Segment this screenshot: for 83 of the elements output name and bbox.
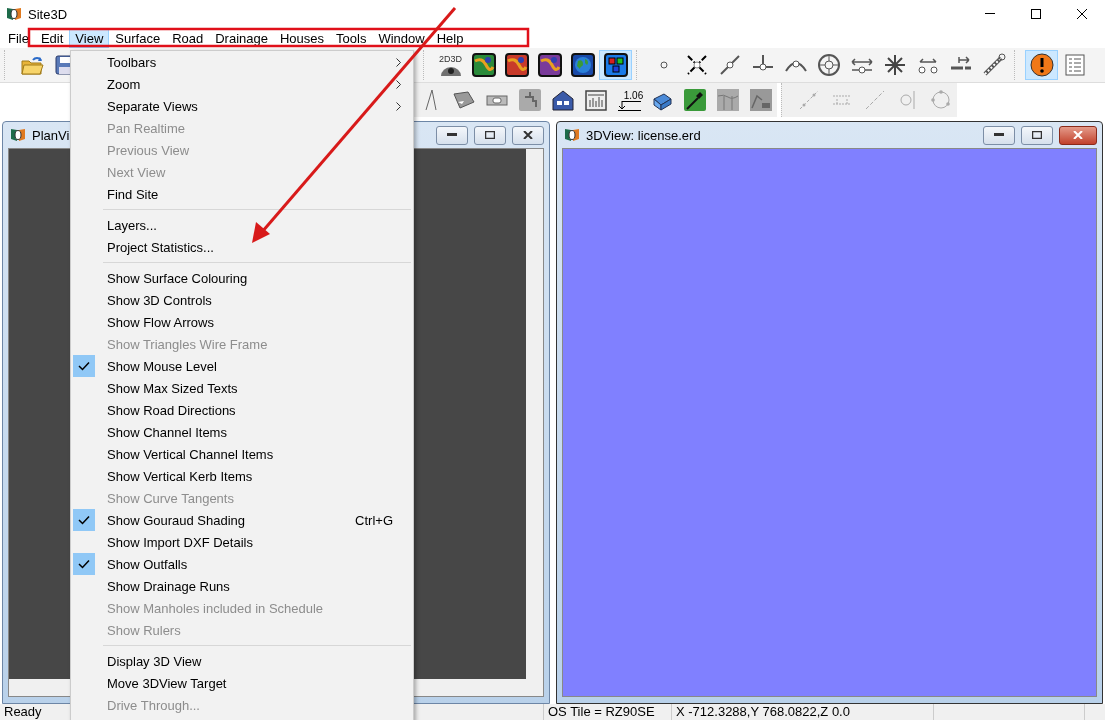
app-logo-icon bbox=[564, 128, 580, 142]
excavator-icon bbox=[748, 88, 773, 112]
level-value: 1.06 bbox=[623, 89, 644, 101]
toolbar-button[interactable]: 1.06 bbox=[612, 85, 645, 115]
menu-option[interactable]: Show Drainage Runs bbox=[73, 575, 413, 597]
menu-option[interactable]: Show Import DXF Details bbox=[73, 531, 413, 553]
check-icon bbox=[78, 515, 90, 525]
app-logo-icon bbox=[10, 128, 26, 142]
tap-icon bbox=[517, 88, 542, 112]
menu-option[interactable]: Show Road Directions bbox=[73, 399, 413, 421]
house-icon bbox=[550, 88, 575, 112]
minimize-icon bbox=[985, 13, 995, 15]
menu-item[interactable]: Window bbox=[372, 28, 431, 48]
close-icon bbox=[523, 131, 533, 139]
target-icon bbox=[816, 53, 841, 77]
menu-option[interactable]: Show 3D Controls bbox=[73, 289, 413, 311]
minimize-button[interactable] bbox=[436, 125, 468, 145]
point-icon bbox=[659, 61, 668, 69]
child-window-title: 3DView: license.erd bbox=[586, 127, 701, 143]
dome-icon bbox=[438, 64, 463, 76]
close-button[interactable] bbox=[1059, 125, 1097, 145]
menu-option[interactable]: Zoom bbox=[73, 73, 413, 95]
menu-option[interactable]: Display 3D View bbox=[73, 650, 413, 672]
menu-option[interactable]: Separate Views bbox=[73, 95, 413, 117]
warning-icon bbox=[1029, 53, 1054, 77]
toolbar-button[interactable] bbox=[599, 50, 632, 80]
circle-points-icon bbox=[928, 88, 953, 112]
beam-icon bbox=[451, 88, 476, 112]
shovel-icon bbox=[682, 88, 707, 112]
menu-option[interactable]: Find Site bbox=[73, 183, 413, 205]
status-text: X -712.3288,Y 768.0822,Z 0.0 bbox=[672, 704, 934, 720]
close-icon bbox=[1073, 131, 1083, 139]
globe-icon bbox=[570, 53, 595, 77]
icon-label: 2D3D bbox=[439, 54, 462, 64]
menu-option[interactable]: Layers... bbox=[73, 214, 413, 236]
window-title: Site3D bbox=[28, 6, 69, 22]
menu-option[interactable]: Show Gouraud Shading Ctrl+G bbox=[73, 509, 413, 531]
menu-option[interactable]: Show Max Sized Texts bbox=[73, 377, 413, 399]
menu-option[interactable]: Show Vertical Channel Items bbox=[73, 443, 413, 465]
level-arrow-icon bbox=[615, 100, 642, 111]
menu-item[interactable]: Edit bbox=[34, 28, 70, 48]
menu-option[interactable]: Show Mouse Level bbox=[73, 355, 413, 377]
maximize-icon bbox=[1031, 9, 1041, 19]
vertical-scrollbar[interactable] bbox=[526, 149, 543, 679]
minimize-button[interactable] bbox=[983, 125, 1015, 145]
menu-option[interactable]: Show Surface Colouring bbox=[73, 267, 413, 289]
menu-option[interactable]: Show Flow Arrows bbox=[73, 311, 413, 333]
menu-item[interactable]: Houses bbox=[273, 28, 331, 48]
minimize-icon bbox=[447, 133, 457, 137]
crossing-lines-icon bbox=[684, 53, 709, 77]
child-window-title: PlanVi bbox=[32, 127, 70, 143]
status-text: OS Tile = RZ90SE bbox=[544, 704, 672, 720]
shortcut-text: Ctrl+G bbox=[355, 512, 393, 528]
menu-option[interactable]: Toolbars bbox=[73, 51, 413, 73]
restore-button[interactable] bbox=[1021, 125, 1053, 145]
list-document-icon bbox=[1062, 53, 1087, 77]
star-arrows-icon bbox=[882, 53, 907, 77]
section-profile-icon bbox=[715, 88, 740, 112]
menu-option[interactable]: Show Channel Items bbox=[73, 421, 413, 443]
menu-option[interactable]: Project Statistics... bbox=[73, 236, 413, 258]
wrench-icon bbox=[981, 53, 1006, 77]
restore-icon bbox=[1032, 131, 1042, 139]
menu-item[interactable]: Road bbox=[166, 28, 210, 48]
check-icon bbox=[78, 361, 90, 371]
chart-panel-icon bbox=[583, 88, 608, 112]
menu-option[interactable]: Move 3DView Target bbox=[73, 672, 413, 694]
app-logo-icon bbox=[6, 7, 22, 21]
minimize-icon bbox=[994, 133, 1004, 137]
restore-icon bbox=[485, 131, 495, 139]
check-icon bbox=[78, 559, 90, 569]
menu-item[interactable]: Surface bbox=[109, 28, 167, 48]
menu-item[interactable]: Help bbox=[430, 28, 470, 48]
close-icon bbox=[1077, 9, 1087, 19]
menu-option[interactable]: Show Vertical Kerb Items bbox=[73, 465, 413, 487]
toolbar-button[interactable]: 2D3D bbox=[434, 50, 467, 80]
menu-item[interactable]: Drainage bbox=[209, 28, 274, 48]
restore-button[interactable] bbox=[474, 125, 506, 145]
close-button[interactable] bbox=[512, 125, 544, 145]
menu-item[interactable]: Tools bbox=[330, 28, 373, 48]
color-blocks-icon bbox=[603, 53, 628, 77]
menu-item[interactable]: File bbox=[2, 28, 35, 48]
toolbar-button[interactable] bbox=[1025, 50, 1058, 80]
menu-option[interactable]: Show Outfalls bbox=[73, 553, 413, 575]
